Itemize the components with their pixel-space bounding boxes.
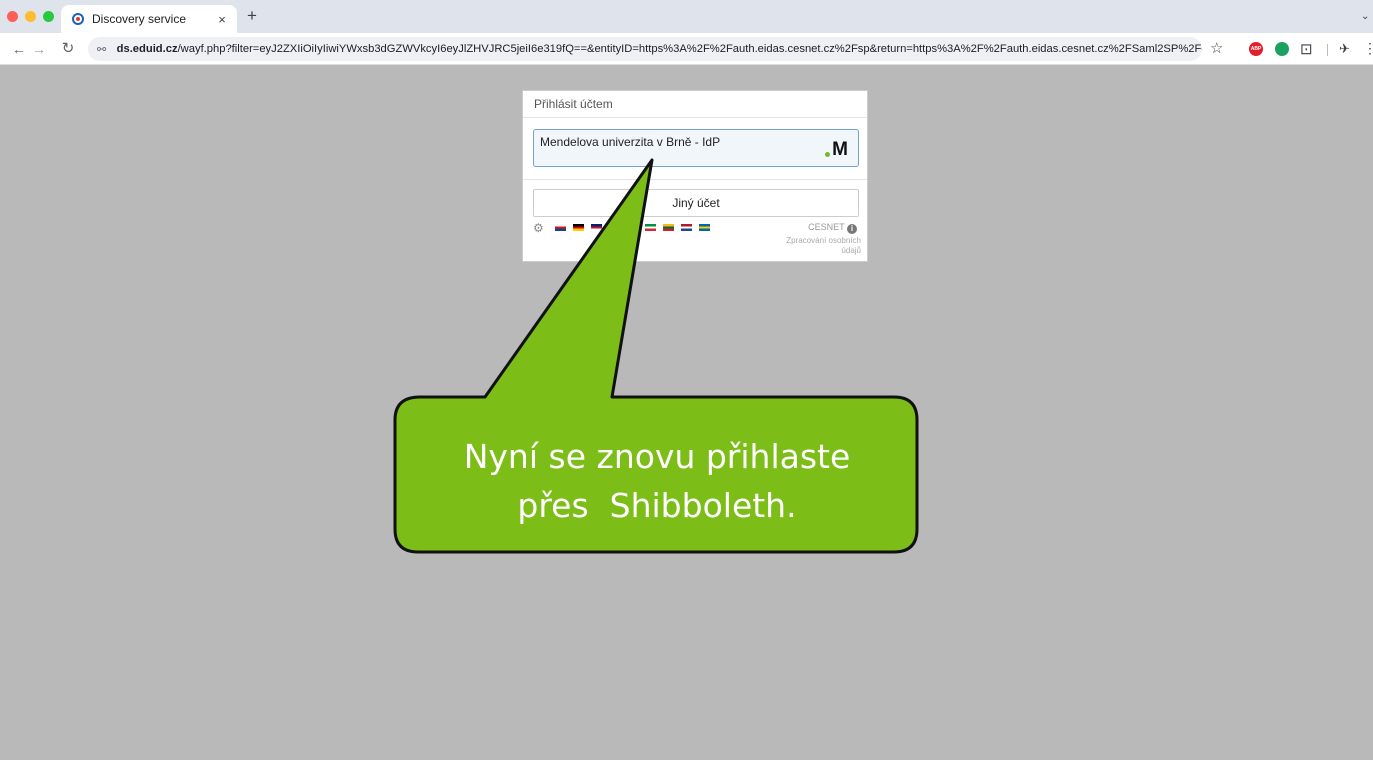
callout-line-1: Nyní se znovu přihlaste bbox=[463, 437, 851, 476]
callout-overlay bbox=[393, 158, 919, 554]
callout-line-2: přes Shibboleth. bbox=[517, 486, 797, 525]
callout-text: Nyní se znovu přihlaste přes Shibboleth. bbox=[397, 432, 917, 530]
